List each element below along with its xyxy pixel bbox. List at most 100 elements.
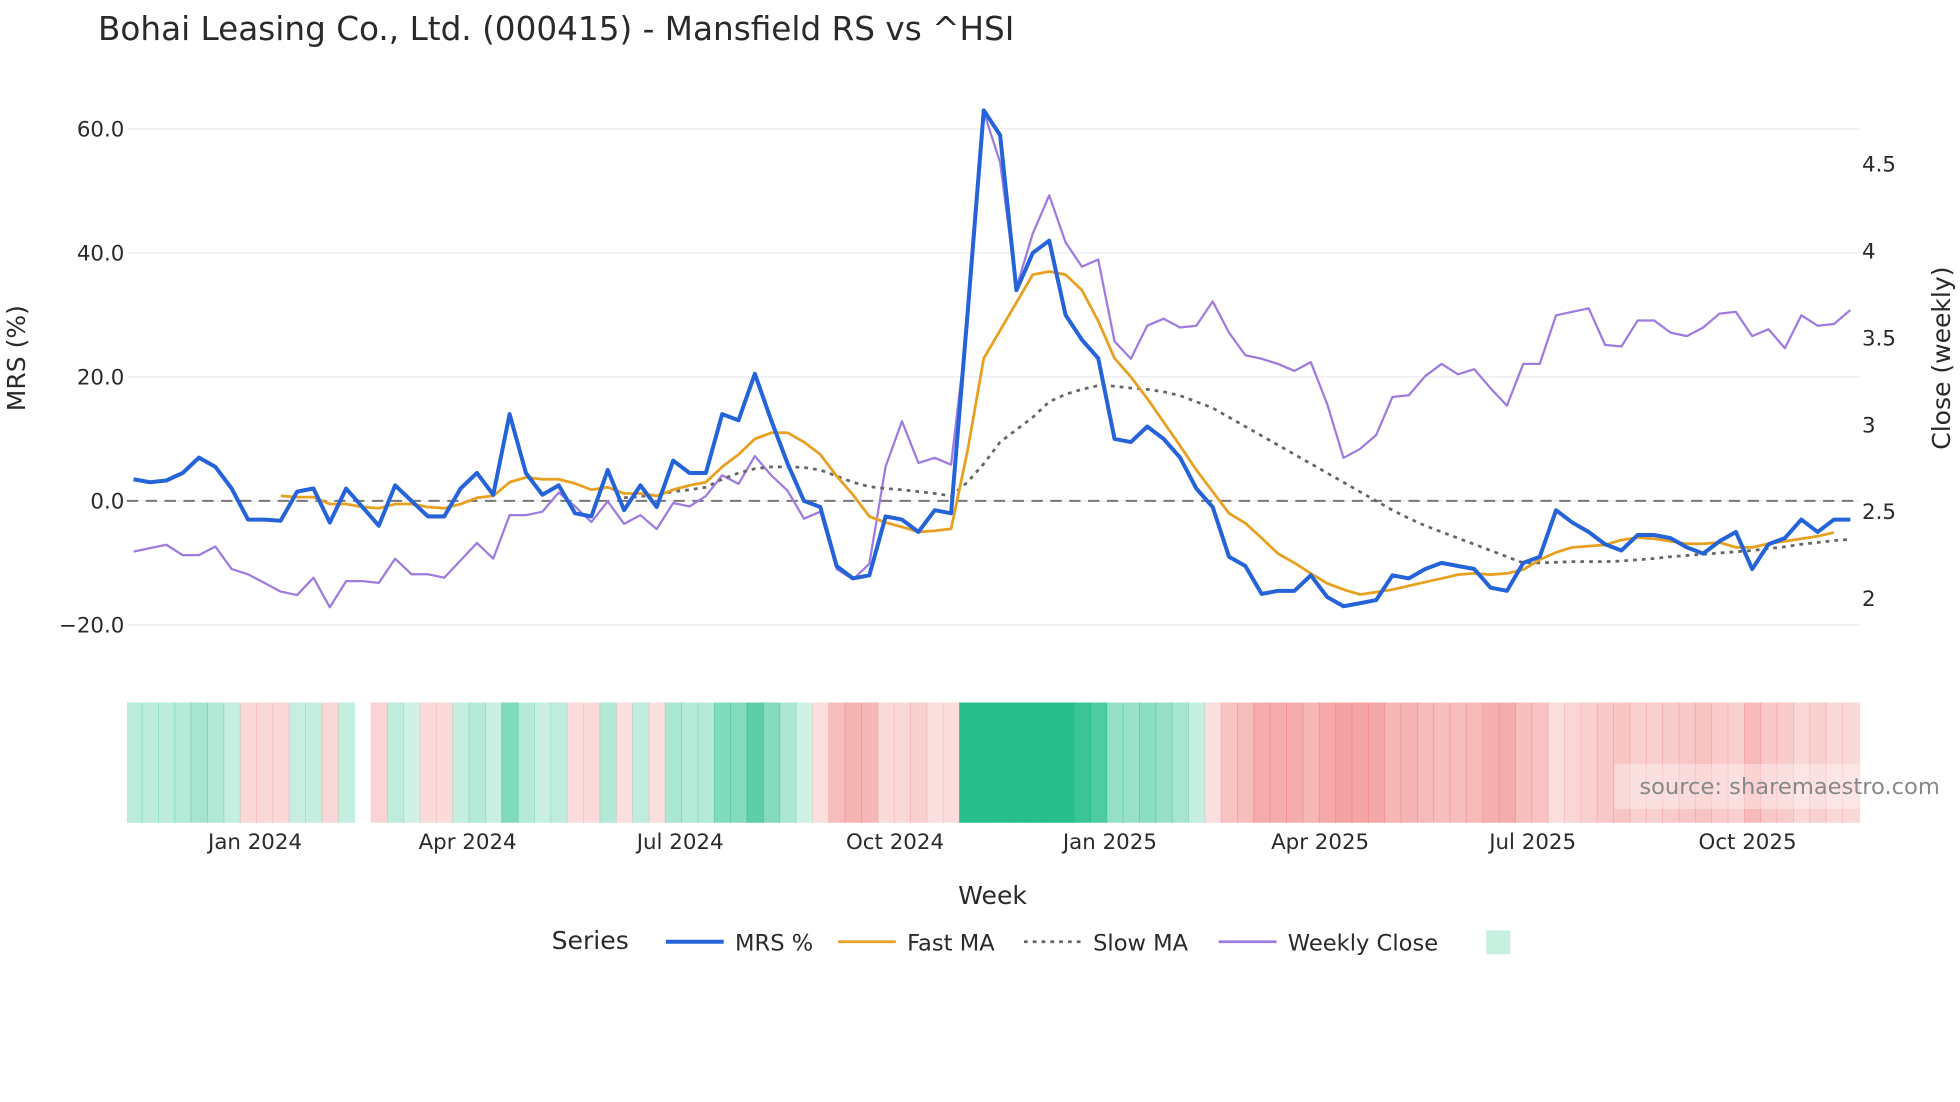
heatmap-cell (1400, 702, 1418, 823)
heatmap-cell (1335, 702, 1353, 823)
heatmap-cell (1515, 702, 1533, 823)
legend-item-label[interactable]: Weekly Close (1288, 931, 1438, 957)
x-tick-label: Apr 2024 (419, 830, 517, 855)
heatmap-cell (1596, 702, 1614, 823)
heatmap-cell (484, 702, 503, 823)
heatmap-cell (141, 702, 159, 823)
heatmap-cell (386, 702, 405, 823)
heatmap-cell (1057, 702, 1075, 823)
heatmap-cell (877, 702, 895, 823)
y2-tick-label: 4 (1862, 240, 1876, 265)
heatmap-cell (452, 702, 470, 823)
heatmap-cell (321, 702, 339, 823)
heatmap-cell (223, 702, 241, 823)
heatmap-cell (126, 702, 143, 823)
heatmap-cell (566, 702, 584, 823)
y2-tick-label: 3 (1862, 413, 1876, 438)
heatmap-cell (648, 702, 666, 823)
heatmap-cell (681, 702, 699, 823)
heatmap-cell (615, 702, 634, 823)
heatmap-cell (1580, 702, 1598, 823)
heatmap-cell (1188, 702, 1206, 823)
heatmap-cell (1122, 702, 1140, 823)
y-axis-title: MRS (%) (2, 305, 31, 411)
heatmap-cell (828, 702, 846, 823)
heatmap-cell (795, 702, 813, 823)
y-tick-label: 20.0 (77, 365, 125, 390)
heatmap-cell (1465, 702, 1484, 823)
y2-tick-label: 4.5 (1862, 153, 1896, 178)
heatmap-cell (207, 702, 225, 823)
y-tick-label: −20.0 (59, 613, 124, 638)
heatmap-cell (1089, 702, 1108, 823)
y2-tick-label: 2.5 (1862, 500, 1896, 525)
heatmap-cell (942, 702, 961, 823)
heatmap-cell (288, 702, 307, 823)
heatmap-cell (1351, 702, 1369, 823)
heatmap-cell (1286, 702, 1304, 823)
mrs-chart: Bohai Leasing Co., Ltd. (000415) - Mansf… (2, 10, 1956, 956)
heatmap-cell (1237, 702, 1255, 823)
heatmap-cell (1204, 702, 1222, 823)
heatmap-cell (1024, 702, 1042, 823)
heatmap-cell (1040, 702, 1059, 823)
heatmap-cell (1008, 702, 1026, 823)
heatmap-cell (1564, 702, 1582, 823)
heatmap-cell (534, 702, 552, 823)
y2-tick-label: 2 (1862, 587, 1876, 612)
heatmap-cell (746, 702, 764, 823)
legend-heatmap-swatch[interactable] (1486, 930, 1511, 955)
heatmap-cell (370, 702, 388, 823)
y2-axis-title: Close (weekly) (1927, 267, 1956, 450)
heatmap-cell (1138, 702, 1157, 823)
heatmap-cell (550, 702, 568, 823)
heatmap-cell (1498, 702, 1516, 823)
heatmap-cell (861, 702, 879, 823)
heatmap-cell (419, 702, 437, 823)
heatmap-cell (158, 702, 176, 823)
heatmap-cell (337, 702, 356, 823)
heatmap-cell (762, 702, 781, 823)
x-tick-label: Jan 2024 (206, 830, 302, 855)
heatmap-cell (1106, 702, 1124, 823)
heatmap-cell (1171, 702, 1189, 823)
heatmap-cell (1220, 702, 1238, 823)
heatmap-cell (1155, 702, 1173, 823)
heatmap-cell (910, 702, 928, 823)
heatmap-cell (517, 702, 535, 823)
heatmap-cell (632, 702, 650, 823)
heatmap-cell (1367, 702, 1386, 823)
legend: Series MRS % Fast MA Slow MA Weekly Close (552, 926, 1511, 956)
heatmap-cell (403, 702, 421, 823)
legend-item-label[interactable]: MRS % (735, 931, 813, 957)
heatmap-cell (174, 702, 192, 823)
heatmap-cell (713, 702, 732, 823)
series-line-mrs (133, 108, 1851, 609)
heatmap-cell (697, 702, 715, 823)
legend-item-label[interactable]: Slow MA (1093, 931, 1189, 957)
heatmap-cell (1531, 702, 1549, 823)
heatmap-cell (583, 702, 601, 823)
heatmap-cell (1449, 702, 1467, 823)
heatmap-cell (779, 702, 797, 823)
heatmap-cell (1269, 702, 1287, 823)
heatmap-cell (975, 702, 993, 823)
y-tick-label: 0.0 (90, 489, 124, 514)
y2-tick-label: 3.5 (1862, 326, 1896, 351)
heatmap-cell (959, 702, 977, 823)
heatmap-cell (1433, 702, 1451, 823)
legend-title: Series (552, 926, 629, 955)
heatmap-cell (926, 702, 944, 823)
heatmap-cell (844, 702, 862, 823)
chart-title: Bohai Leasing Co., Ltd. (000415) - Mansf… (98, 10, 1014, 48)
y-tick-label: 60.0 (77, 118, 125, 143)
heatmap-cell (1384, 702, 1402, 823)
heatmap-cell (435, 702, 454, 823)
heatmap-cell (893, 702, 911, 823)
heatmap-cell (1416, 702, 1435, 823)
heatmap-cell (1302, 702, 1320, 823)
legend-item-label[interactable]: Fast MA (907, 931, 995, 957)
heatmap-cell (1073, 702, 1091, 823)
heatmap-cell (468, 702, 486, 823)
x-tick-label: Jul 2025 (1487, 830, 1576, 855)
